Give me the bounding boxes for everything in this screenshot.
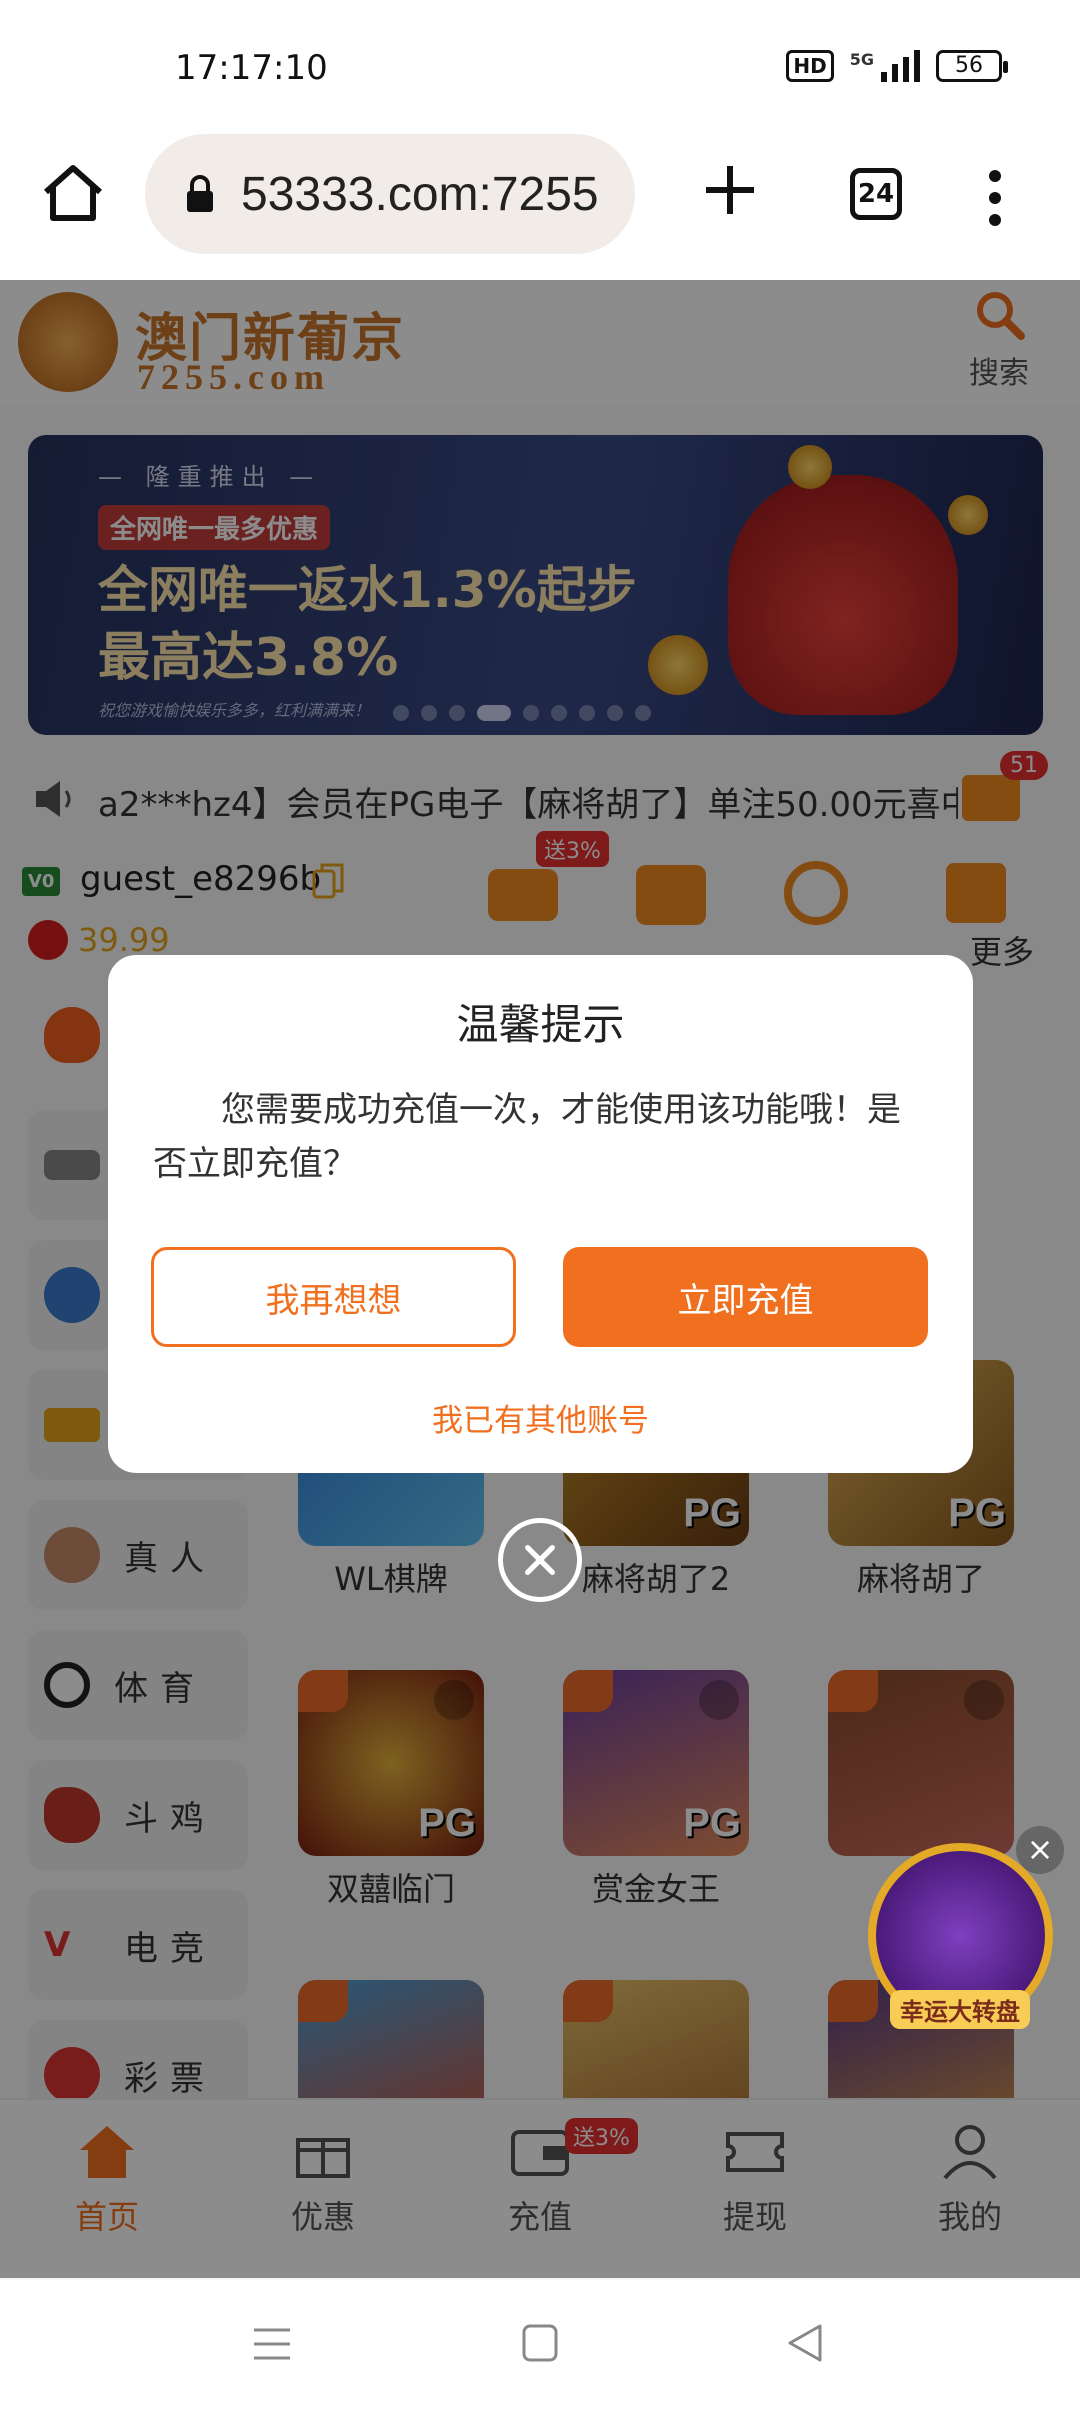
tab-switcher-button[interactable]: 24 <box>850 168 902 220</box>
close-icon[interactable]: × <box>1016 1826 1064 1874</box>
home-square-icon[interactable] <box>522 2324 558 2362</box>
cancel-button[interactable]: 我再想想 <box>151 1247 516 1347</box>
dialog-title: 温馨提示 <box>456 1000 625 1049</box>
battery-icon: 56 <box>936 50 1008 82</box>
system-nav-bar <box>0 2280 1080 2412</box>
url-text: 53333.com:7255 <box>241 167 599 221</box>
status-bar: 17:17:10 HD 5G 56 <box>0 0 1080 130</box>
new-tab-icon[interactable] <box>700 160 760 220</box>
other-account-link[interactable]: 我已有其他账号 <box>108 1395 973 1440</box>
back-icon[interactable] <box>786 2322 824 2364</box>
overflow-menu-icon[interactable] <box>980 168 1010 228</box>
address-bar[interactable]: 53333.com:7255 <box>145 134 635 254</box>
close-icon[interactable] <box>498 1518 582 1602</box>
recharge-now-button[interactable]: 立即充值 <box>563 1247 928 1347</box>
network-type: 5G <box>849 50 874 69</box>
signal-icon: 5G <box>850 50 920 82</box>
recents-icon[interactable] <box>252 2324 292 2364</box>
lock-icon <box>187 175 213 212</box>
browser-toolbar: 53333.com:7255 24 <box>0 130 1080 280</box>
dialog-message: 您需要成功充值一次，才能使用该功能哦！是否立即充值？ <box>153 1090 901 1184</box>
status-time: 17:17:10 <box>175 48 328 88</box>
hd-icon: HD <box>786 50 834 82</box>
home-icon[interactable] <box>40 160 106 226</box>
lucky-wheel-label: 幸运大转盘 <box>890 1990 1030 2029</box>
recharge-prompt-dialog: 温馨提示 您需要成功充值一次，才能使用该功能哦！是否立即充值？ 我再想想 立即充… <box>108 955 973 1473</box>
status-icons: HD 5G 56 <box>786 50 1008 82</box>
